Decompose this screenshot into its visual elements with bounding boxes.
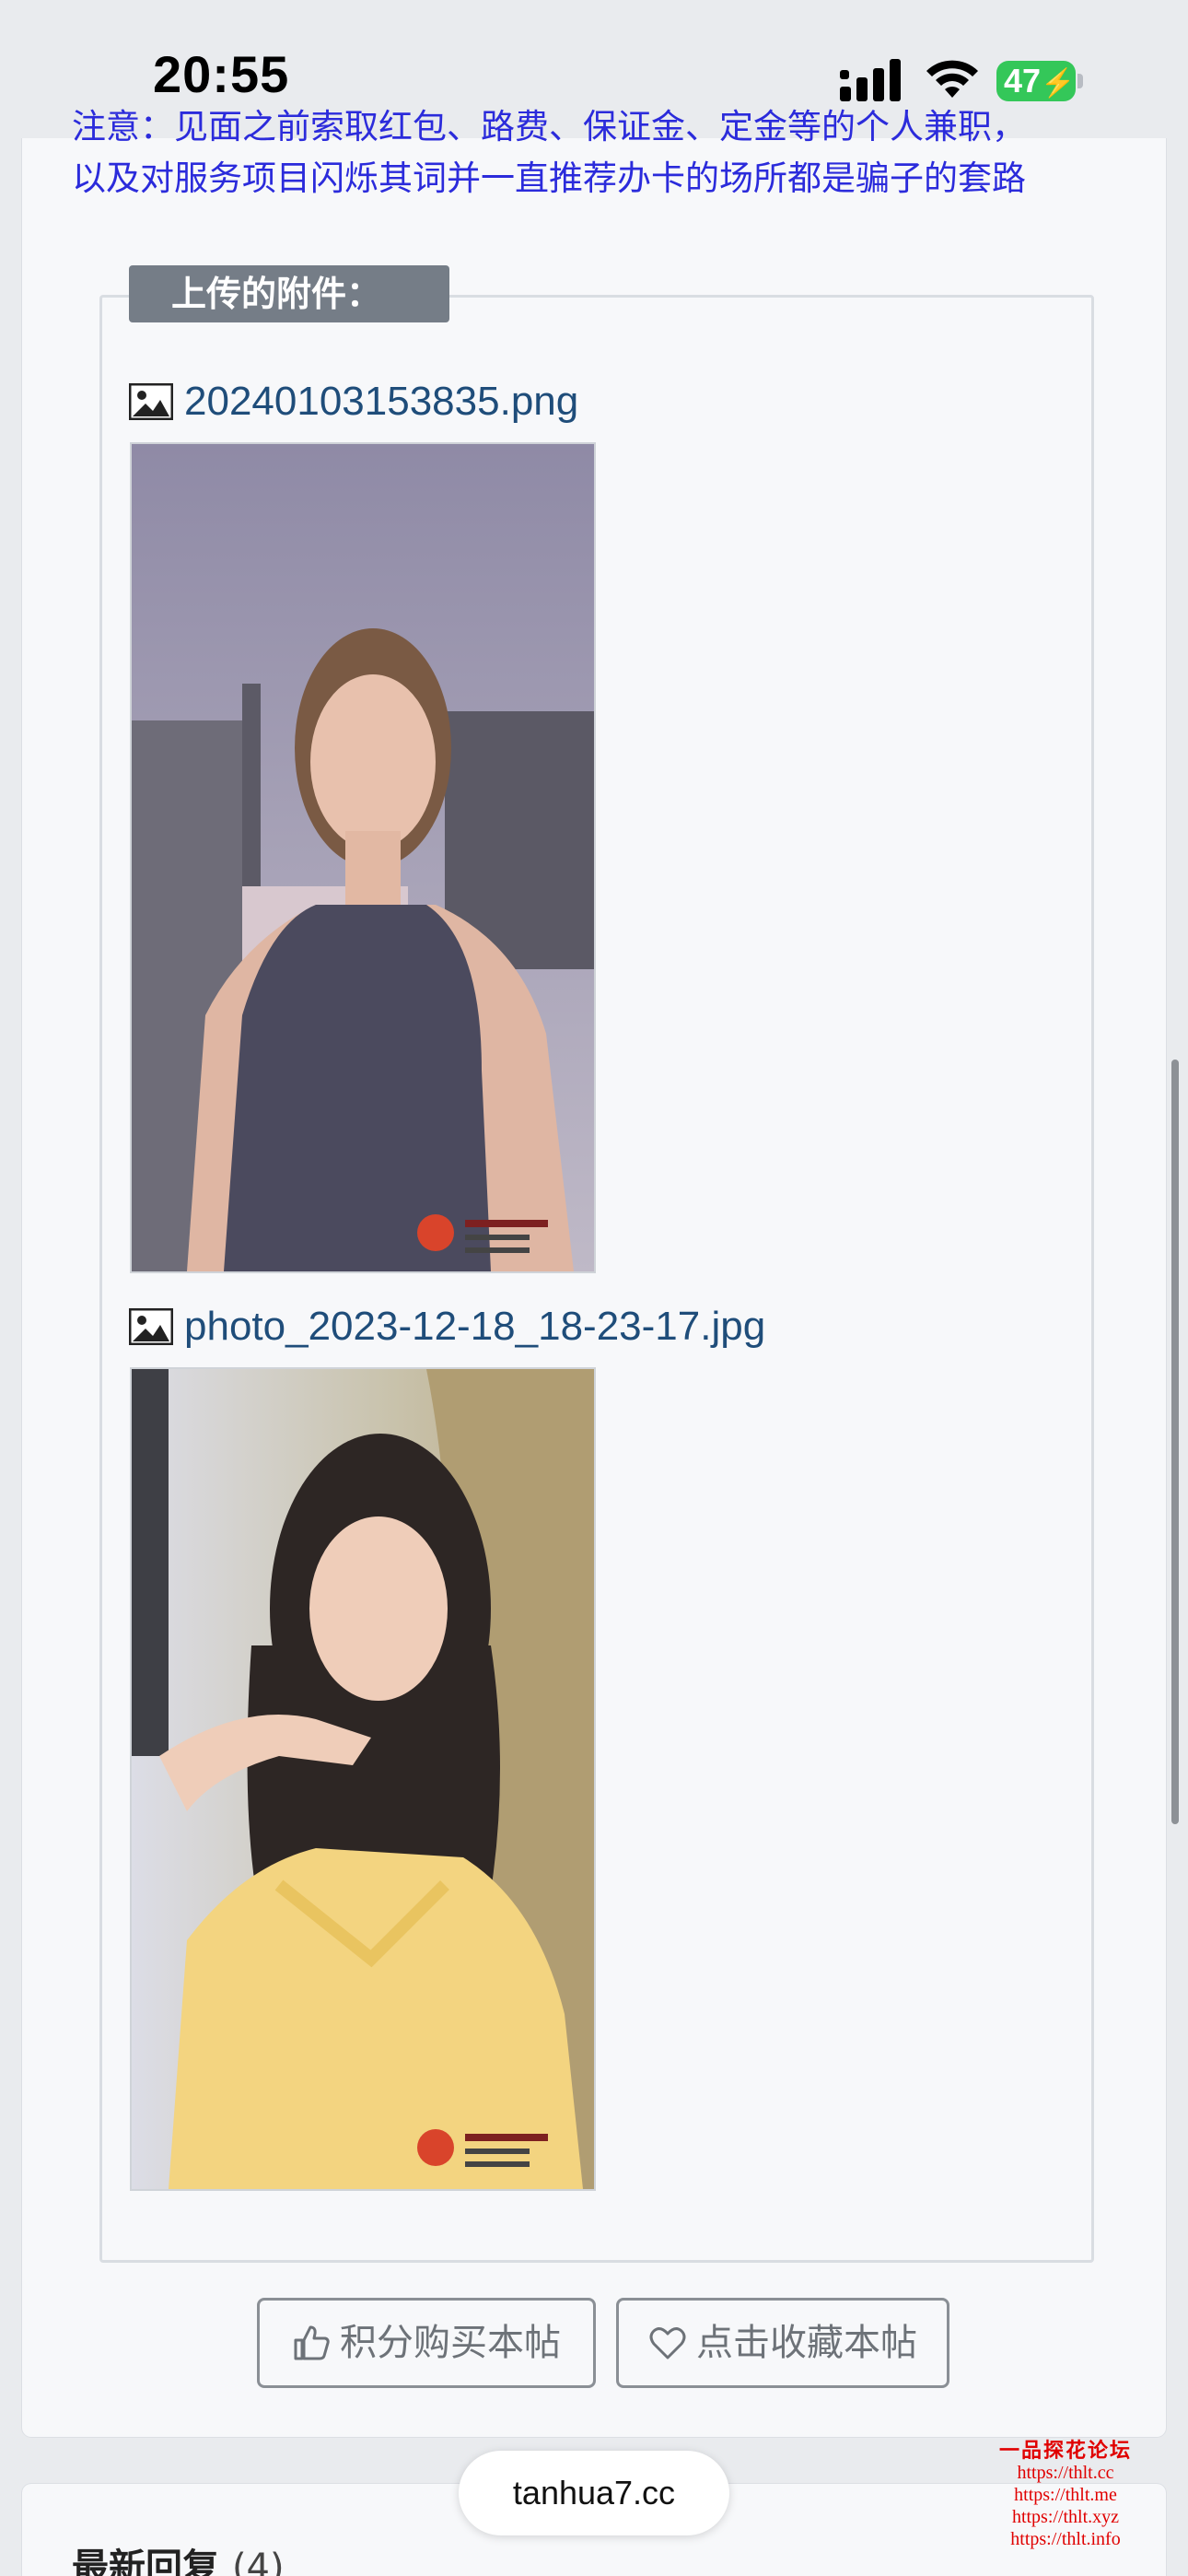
- watermark-url-1: https://thlt.cc: [1017, 2463, 1114, 2483]
- replies-title-text: 最新回复: [72, 2547, 219, 2576]
- latest-replies-title: 最新回复 (4): [72, 2537, 285, 2576]
- attachment-filename-1: 20240103153835.png: [184, 379, 579, 424]
- attachment-link-1[interactable]: 20240103153835.png: [129, 374, 578, 429]
- image-icon: [129, 1308, 173, 1345]
- battery-level: 47: [1004, 62, 1042, 100]
- attachment-link-2[interactable]: photo_2023-12-18_18-23-17.jpg: [129, 1299, 765, 1354]
- attachment-image-1[interactable]: [130, 442, 596, 1273]
- favorite-button-label: 点击收藏本帖: [696, 2322, 917, 2364]
- attachments-legend: 上传的附件：: [129, 265, 449, 322]
- image-icon: [129, 383, 173, 420]
- browser-address-pill[interactable]: tanhua7.cc: [459, 2451, 729, 2535]
- watermark-brand: 一品探花论坛: [998, 2439, 1132, 2462]
- status-time: 20:55: [153, 45, 290, 103]
- wifi-icon: [926, 60, 978, 98]
- battery-charging-icon: 47⚡: [996, 61, 1076, 101]
- scam-warning-notice: 注意：见面之前索取红包、路费、保证金、定金等的个人兼职， 以及对服务项目闪烁其词…: [72, 101, 1131, 205]
- watermark-url-4: https://thlt.info: [1010, 2529, 1121, 2549]
- watermark-url-3: https://thlt.xyz: [1011, 2507, 1120, 2527]
- battery-cap: [1077, 74, 1083, 88]
- notice-line-2: 以及对服务项目闪烁其词并一直推荐办卡的场所都是骗子的套路: [72, 158, 1026, 198]
- buy-button-label: 积分购买本帖: [340, 2322, 561, 2364]
- attachment-image-2[interactable]: [130, 1367, 596, 2191]
- site-watermark: 一品探花论坛 https://thlt.cc https://thlt.me h…: [978, 2440, 1153, 2550]
- watermark-url-2: https://thlt.me: [1014, 2485, 1117, 2505]
- notice-line-1: 注意：见面之前索取红包、路费、保证金、定金等的个人兼职，: [72, 107, 1026, 146]
- replies-count: (4): [231, 2547, 285, 2576]
- attachment-filename-2: photo_2023-12-18_18-23-17.jpg: [184, 1304, 766, 1349]
- favorite-post-button[interactable]: 点击收藏本帖: [616, 2298, 949, 2388]
- page: 20:55 47⚡ 注意：见面之前索取红包、路费、保证金、定金等的个人兼职， 以…: [0, 0, 1188, 2576]
- buy-with-points-button[interactable]: 积分购买本帖: [257, 2298, 596, 2388]
- heart-icon: [649, 2327, 686, 2359]
- thumbs-up-icon: [294, 2325, 330, 2360]
- signal-icon: [840, 59, 901, 101]
- page-scrollbar[interactable]: [1171, 1060, 1179, 1824]
